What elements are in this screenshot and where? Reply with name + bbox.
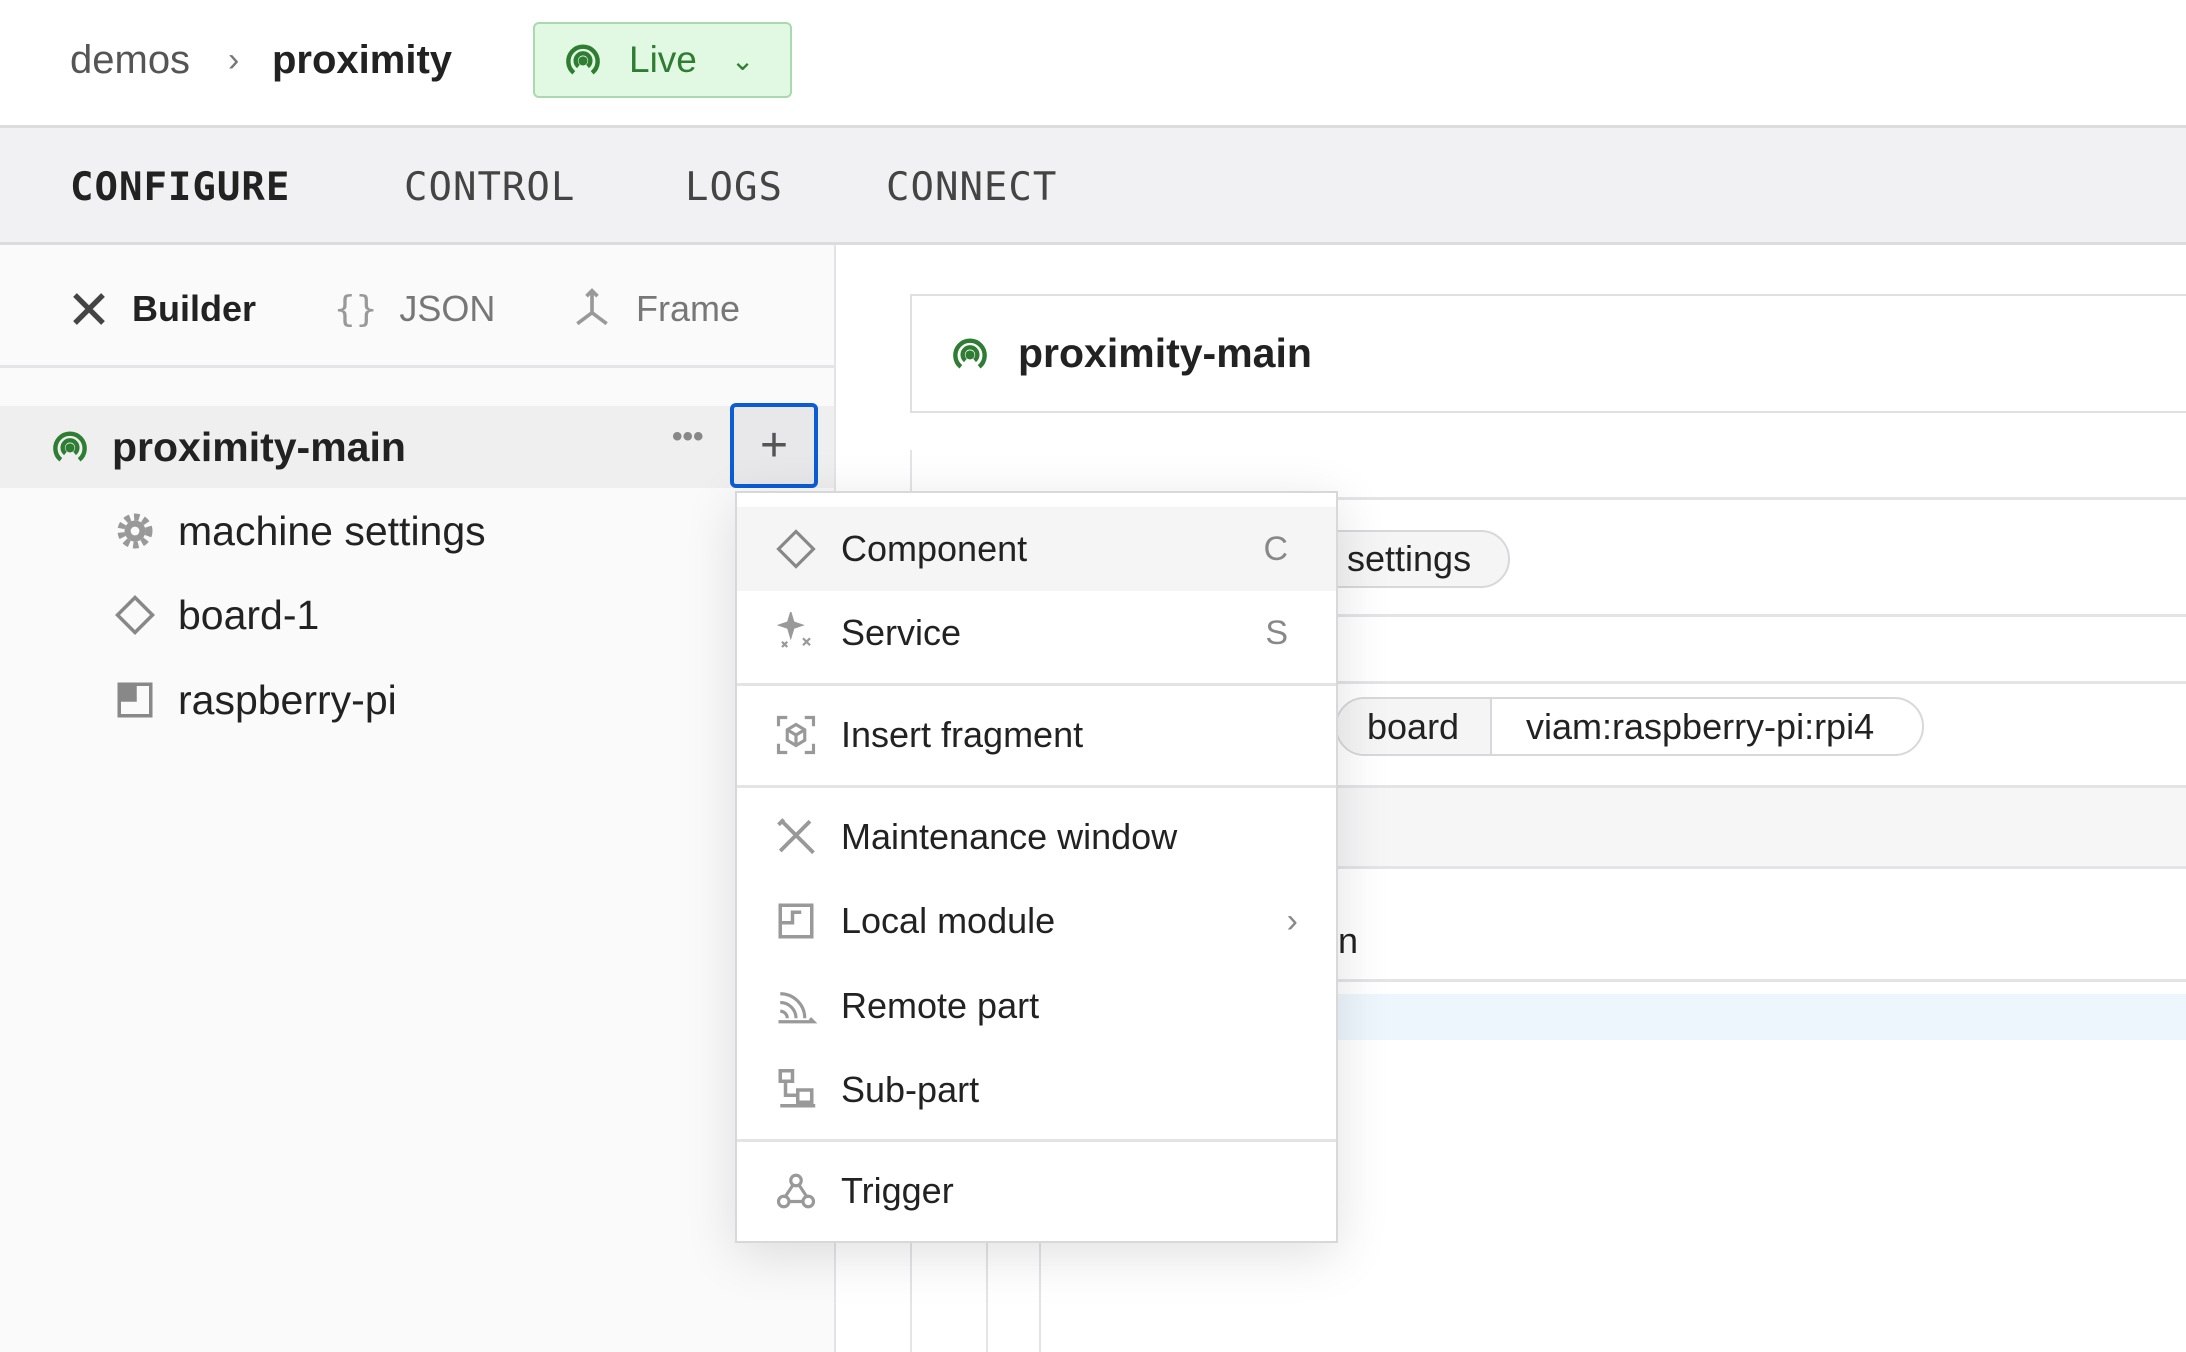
section-band <box>1338 785 2186 869</box>
braces-icon: {} <box>334 288 378 330</box>
status-dropdown[interactable]: Live ⌄ <box>533 22 792 98</box>
tree-part-label: proximity-main <box>112 423 406 470</box>
subpart-icon <box>778 1069 816 1108</box>
menu-item-component[interactable]: Component C <box>737 507 1336 591</box>
tab-connect[interactable]: CONNECT <box>886 164 1057 212</box>
main-tabs: CONFIGURE CONTROL LOGS CONNECT <box>0 128 2186 245</box>
tree-item[interactable]: machine settings <box>0 490 834 572</box>
subtabs: Builder {} JSON Frame <box>0 245 834 368</box>
menu-item-sub-part[interactable]: Sub-part <box>737 1048 1336 1132</box>
part-card-header: proximity-main <box>910 294 2186 413</box>
menu-item-local-module[interactable]: Local module › <box>737 879 1336 963</box>
tab-configure[interactable]: CONFIGURE <box>70 164 290 212</box>
more-options-icon[interactable]: ••• <box>672 420 704 454</box>
plus-icon: + <box>759 419 789 472</box>
subtab-label: Frame <box>636 288 741 329</box>
partial-text: n <box>1338 920 1359 961</box>
tree-part-row[interactable]: proximity-main ••• <box>0 406 834 488</box>
gear-icon <box>117 513 153 549</box>
shortcut-label: S <box>1265 613 1288 652</box>
live-signal-icon <box>953 338 987 369</box>
module-icon <box>117 682 153 718</box>
tab-control[interactable]: CONTROL <box>404 164 575 212</box>
subtab-label: Builder <box>132 288 257 329</box>
diamond-icon <box>115 595 155 635</box>
menu-item-label: Sub-part <box>841 1069 980 1110</box>
tree-item-label: board-1 <box>178 591 320 638</box>
settings-pill-label: settings <box>1347 538 1472 579</box>
board-model: viam:raspberry-pi:rpi4 <box>1526 705 1875 747</box>
menu-item-label: Local module <box>841 900 1056 941</box>
menu-item-trigger[interactable]: Trigger <box>737 1149 1336 1233</box>
top-header: demos › proximity Live ⌄ <box>0 0 2186 128</box>
menu-item-label: Insert fragment <box>841 714 1084 755</box>
menu-item-service[interactable]: Service S <box>737 591 1336 675</box>
menu-item-remote-part[interactable]: Remote part <box>737 964 1336 1048</box>
breadcrumb-chevron-icon: › <box>228 41 240 79</box>
menu-item-label: Component <box>841 528 1028 569</box>
live-signal-icon <box>566 44 600 75</box>
menu-item-label: Trigger <box>841 1170 954 1211</box>
highlight-band <box>1338 994 2186 1040</box>
board-model-pill: board viam:raspberry-pi:rpi4 <box>1335 697 1924 756</box>
webhook-icon <box>776 1173 816 1209</box>
board-type: board <box>1337 699 1492 754</box>
subtab-label: JSON <box>399 288 496 329</box>
tree-item-label: machine settings <box>178 507 486 554</box>
remote-icon <box>778 992 817 1024</box>
add-menu: Component C Service S Insert fragment Main… <box>735 491 1338 1243</box>
sidebar: Builder {} JSON Frame proximity-main •••… <box>0 245 836 1352</box>
subtab-frame[interactable]: Frame <box>570 285 740 333</box>
tab-logs[interactable]: LOGS <box>685 164 783 212</box>
menu-item-label: Remote part <box>841 985 1040 1026</box>
tree-item-label: raspberry-pi <box>178 676 397 723</box>
tools-icon <box>777 818 815 855</box>
chevron-down-icon: ⌄ <box>730 44 755 76</box>
tree-item[interactable]: raspberry-pi <box>0 659 834 741</box>
subtab-builder[interactable]: Builder <box>68 285 256 333</box>
diamond-icon <box>776 529 816 569</box>
menu-item-label: Maintenance window <box>841 816 1178 857</box>
shortcut-label: C <box>1263 529 1288 568</box>
part-title: proximity-main <box>1018 330 1312 376</box>
add-button[interactable]: + <box>730 403 818 488</box>
tree-item[interactable]: board-1 <box>0 574 834 656</box>
module-icon <box>778 903 814 939</box>
fragment-icon <box>776 715 816 755</box>
breadcrumb-machine: proximity <box>272 38 453 82</box>
subtab-json[interactable]: {} JSON <box>334 285 495 333</box>
breadcrumb-org[interactable]: demos <box>70 36 190 84</box>
sparkle-icon <box>776 612 811 648</box>
live-signal-icon <box>53 431 87 462</box>
tools-icon <box>73 293 105 325</box>
menu-item-maintenance-window[interactable]: Maintenance window <box>737 795 1336 879</box>
chevron-right-icon: › <box>1286 901 1298 940</box>
menu-item-label: Service <box>841 612 962 653</box>
menu-item-insert-fragment[interactable]: Insert fragment <box>737 693 1336 777</box>
frame-axes-icon <box>576 288 608 326</box>
status-label: Live <box>629 39 697 80</box>
